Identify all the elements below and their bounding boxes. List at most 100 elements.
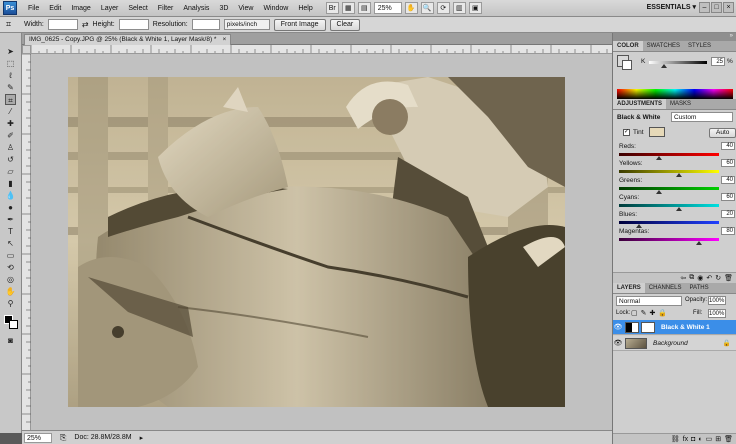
pen-tool-icon[interactable]: ✒ — [5, 214, 16, 225]
layer-style-icon[interactable]: fx — [683, 436, 688, 443]
status-zoom-field[interactable]: 25% — [24, 432, 52, 443]
tab-channels[interactable]: CHANNELS — [645, 283, 686, 293]
type-tool-icon[interactable]: T — [5, 226, 16, 237]
link-layers-icon[interactable]: ⛓ — [671, 435, 680, 443]
zoom-tool-icon[interactable]: ⚲ — [5, 298, 16, 309]
hand-tool-icon[interactable]: ✋ — [404, 2, 418, 14]
dodge-tool-icon[interactable]: ● — [5, 202, 16, 213]
menu-image[interactable]: Image — [66, 0, 95, 17]
menu-help[interactable]: Help — [293, 0, 317, 17]
layer-mask-thumbnail[interactable] — [641, 321, 655, 333]
menu-filter[interactable]: Filter — [153, 0, 179, 17]
blend-mode-select[interactable]: Normal — [616, 296, 682, 306]
trash-icon[interactable]: 🗑 — [724, 274, 733, 282]
auto-button[interactable]: Auto — [709, 128, 736, 138]
color-slider-track[interactable] — [619, 238, 719, 245]
front-image-button[interactable]: Front Image — [273, 18, 326, 31]
bridge-icon[interactable]: Br — [325, 2, 339, 14]
status-menu-arrow-icon[interactable]: ▸ — [140, 434, 144, 442]
rotate-view-icon[interactable]: ⟳ — [436, 2, 450, 14]
color-background-swatch[interactable] — [622, 60, 632, 70]
slider-thumb[interactable] — [696, 241, 702, 245]
new-adjustment-icon[interactable]: ◐ — [698, 436, 702, 443]
shape-tool-icon[interactable]: ▭ — [5, 250, 16, 261]
opacity-field[interactable]: 100% — [708, 296, 726, 305]
view-extras-icon[interactable]: ▤ — [357, 2, 371, 14]
blur-tool-icon[interactable]: 💧 — [5, 190, 16, 201]
k-value-field[interactable]: 25 — [711, 57, 725, 66]
width-input[interactable] — [47, 19, 78, 30]
menu-edit[interactable]: Edit — [44, 0, 66, 17]
brush-tool-icon[interactable]: ✐ — [5, 130, 16, 141]
delete-layer-icon[interactable]: 🗑 — [724, 435, 733, 443]
quick-mask-icon[interactable]: ◙ — [5, 335, 16, 346]
tab-paths[interactable]: PATHS — [685, 283, 712, 293]
k-channel-slider[interactable] — [649, 61, 707, 68]
menu-view[interactable]: View — [233, 0, 258, 17]
status-share-icon[interactable]: ⎘ — [60, 433, 66, 443]
slider-thumb[interactable] — [656, 156, 662, 160]
reset-icon[interactable]: ↻ — [715, 274, 721, 282]
color-slider-track[interactable] — [619, 204, 719, 211]
workspace-switcher[interactable]: ESSENTIALS ▾ — [647, 3, 696, 11]
tab-swatches[interactable]: SWATCHES — [643, 41, 684, 51]
swap-dimensions-icon[interactable]: ⇄ — [82, 20, 89, 29]
new-group-icon[interactable]: ▭ — [706, 435, 713, 443]
slider-thumb[interactable] — [676, 207, 682, 211]
new-layer-icon[interactable]: ⊞ — [715, 435, 721, 443]
canvas-area[interactable] — [31, 54, 612, 430]
eyedropper-tool-icon[interactable]: ⁄ — [5, 106, 16, 117]
vertical-ruler[interactable] — [22, 53, 31, 430]
previous-state-icon[interactable]: ↶ — [706, 274, 712, 282]
minimize-button[interactable]: – — [699, 2, 710, 13]
height-input[interactable] — [118, 19, 149, 30]
panel-collapse-icon[interactable]: » — [613, 33, 736, 41]
preset-select[interactable]: Custom — [671, 112, 733, 122]
color-slider-track[interactable] — [619, 170, 719, 177]
slider-value-field[interactable]: 60 — [721, 159, 735, 167]
color-slider-track[interactable] — [619, 153, 719, 160]
menu-window[interactable]: Window — [258, 0, 293, 17]
zoom-tool-icon[interactable]: 🔍 — [420, 2, 434, 14]
color-slider-track[interactable] — [619, 187, 719, 194]
screen-mode-icon[interactable]: ▣ — [468, 2, 482, 14]
tab-color[interactable]: COLOR — [613, 41, 643, 51]
tab-layers[interactable]: LAYERS — [613, 283, 645, 293]
hand-tool-icon[interactable]: ✋ — [5, 286, 16, 297]
tint-color-swatch[interactable] — [649, 127, 665, 137]
fill-field[interactable]: 100% — [708, 309, 726, 318]
maximize-button[interactable]: □ — [711, 2, 722, 13]
menu-3d[interactable]: 3D — [214, 0, 233, 17]
marquee-tool-icon[interactable]: ⬚ — [5, 58, 16, 69]
horizontal-ruler[interactable] — [31, 45, 612, 54]
add-mask-icon[interactable]: ◘ — [691, 436, 695, 443]
gradient-tool-icon[interactable]: ▮ — [5, 178, 16, 189]
menu-file[interactable]: File — [23, 0, 44, 17]
visibility-eye-icon[interactable]: 👁 — [613, 339, 623, 347]
resolution-unit-select[interactable]: pixels/inch — [223, 19, 270, 30]
visibility-eye-icon[interactable]: 👁 — [613, 323, 623, 331]
path-select-icon[interactable]: ↖ — [5, 238, 16, 249]
clone-stamp-icon[interactable]: ♙ — [5, 142, 16, 153]
crop-tool-icon[interactable]: ⌗ — [6, 19, 20, 31]
slider-value-field[interactable]: 20 — [721, 210, 735, 218]
3d-orbit-icon[interactable]: ◎ — [5, 274, 16, 285]
zoom-level-field[interactable]: 25% — [373, 2, 402, 14]
lasso-tool-icon[interactable]: ℓ — [5, 70, 16, 81]
menu-layer[interactable]: Layer — [96, 0, 124, 17]
close-button[interactable]: × — [723, 2, 734, 13]
tab-masks[interactable]: MASKS — [666, 99, 695, 109]
layer-row[interactable]: 👁 Background 🔒 — [613, 336, 736, 351]
lock-icons[interactable]: ▢✎✚🔒 — [631, 309, 670, 317]
slider-value-field[interactable]: 80 — [721, 227, 735, 235]
close-document-icon[interactable]: × — [222, 35, 226, 45]
arrange-docs-icon[interactable]: ▥ — [452, 2, 466, 14]
color-spectrum-bar[interactable] — [617, 89, 733, 99]
tint-checkbox[interactable]: ✓ — [623, 129, 630, 136]
menu-select[interactable]: Select — [123, 0, 152, 17]
slider-value-field[interactable]: 40 — [721, 176, 735, 184]
menu-analysis[interactable]: Analysis — [178, 0, 214, 17]
tab-styles[interactable]: STYLES — [684, 41, 715, 51]
eraser-tool-icon[interactable]: ▱ — [5, 166, 16, 177]
visibility-icon[interactable]: ◉ — [697, 274, 703, 282]
